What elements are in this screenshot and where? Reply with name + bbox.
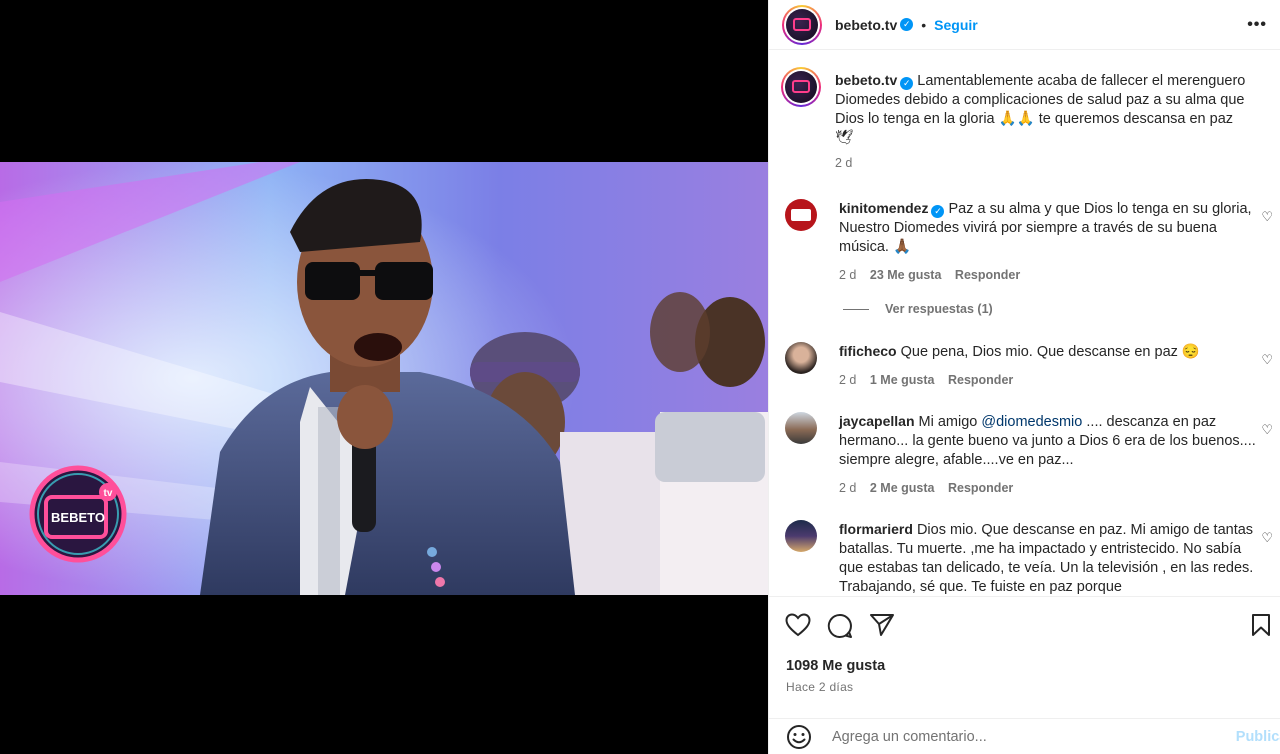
comment-likes[interactable]: 1 Me gusta (870, 373, 935, 387)
comment-input[interactable] (832, 729, 1212, 745)
view-replies-button[interactable]: Ver respuestas (1) (843, 302, 993, 316)
likes-count[interactable]: 1098 Me gusta (786, 658, 885, 674)
add-comment-bar: Publicar (769, 718, 1280, 754)
post-actions: 1098 Me gusta Hace 2 días Publicar (769, 596, 1280, 754)
mention-link[interactable]: @diomedesmio (981, 414, 1082, 430)
commenter-avatar[interactable] (785, 520, 817, 552)
verified-icon: ✓ (931, 205, 945, 218)
reply-button[interactable]: Responder (955, 268, 1020, 282)
svg-text:BEBETO: BEBETO (51, 510, 105, 525)
comment-time[interactable]: 2 d (839, 373, 856, 387)
verified-icon: ✓ (900, 77, 914, 90)
comment-item: fificheco Que pena, Dios mio. Que descan… (785, 342, 1275, 387)
reply-button[interactable]: Responder (948, 373, 1013, 387)
post-sidebar: bebeto.tv ✓ • Seguir ••• bebeto.tv ✓ Lame… (768, 0, 1280, 754)
post-time[interactable]: Hace 2 días (786, 680, 853, 694)
bookmark-icon[interactable] (1251, 613, 1271, 637)
bebeto-watermark: tv BEBETO (29, 465, 127, 563)
comment-like-heart-icon[interactable]: ♡ (1261, 352, 1273, 368)
post-media[interactable]: tv BEBETO (0, 0, 768, 754)
comment-text-pre: Mi amigo (918, 414, 982, 430)
comment-item: kinitomendez ✓ Paz a su alma y que Dios l… (785, 199, 1275, 282)
comment-likes[interactable]: 23 Me gusta (870, 268, 942, 282)
publish-button[interactable]: Publicar (1236, 729, 1280, 745)
view-replies-label: Ver respuestas (1) (885, 302, 993, 316)
commenter-username[interactable]: kinitomendez (839, 200, 928, 216)
reply-button[interactable]: Responder (948, 481, 1013, 495)
commenter-username[interactable]: flormarierd (839, 521, 913, 537)
comment-time[interactable]: 2 d (839, 268, 856, 282)
caption-time[interactable]: 2 d (835, 156, 852, 170)
emoji-icon[interactable] (786, 724, 812, 750)
commenter-avatar[interactable] (785, 199, 817, 231)
comment-like-heart-icon[interactable]: ♡ (1261, 209, 1273, 225)
comment-text: Que pena, Dios mio. Que descanse en paz … (900, 344, 1200, 360)
comment-time[interactable]: 2 d (839, 481, 856, 495)
author-username[interactable]: bebeto.tv (835, 17, 897, 33)
commenter-username[interactable]: fificheco (839, 343, 897, 359)
replies-divider (843, 308, 869, 310)
comments-list[interactable]: bebeto.tv ✓ Lamentablemente acaba de fall… (769, 51, 1280, 596)
comment-likes[interactable]: 2 Me gusta (870, 481, 935, 495)
post-header: bebeto.tv ✓ • Seguir ••• (769, 0, 1280, 50)
comment-icon[interactable] (827, 613, 853, 639)
comment-like-heart-icon[interactable]: ♡ (1261, 530, 1273, 546)
commenter-avatar[interactable] (785, 342, 817, 374)
follow-button[interactable]: Seguir (934, 17, 978, 33)
caption-username[interactable]: bebeto.tv (835, 72, 897, 88)
heart-icon[interactable] (785, 613, 811, 637)
post-caption: bebeto.tv ✓ Lamentablemente acaba de fall… (781, 67, 1275, 170)
comment-like-heart-icon[interactable]: ♡ (1261, 422, 1273, 438)
post-photo: tv BEBETO (0, 162, 768, 595)
singer-photo-illustration: tv BEBETO (0, 162, 768, 595)
svg-text:tv: tv (104, 488, 113, 499)
author-avatar[interactable] (782, 4, 822, 45)
caption-avatar[interactable] (781, 67, 821, 107)
comment-item: jaycapellan Mi amigo @diomedesmio .... d… (785, 412, 1275, 495)
comment-item: flormarierd Dios mio. Que descanse en pa… (785, 520, 1275, 596)
separator-dot: • (921, 16, 927, 33)
commenter-avatar[interactable] (785, 412, 817, 444)
verified-icon: ✓ (900, 18, 914, 31)
more-options-icon[interactable]: ••• (1247, 16, 1267, 34)
commenter-username[interactable]: jaycapellan (839, 413, 915, 429)
send-icon[interactable] (869, 613, 895, 637)
